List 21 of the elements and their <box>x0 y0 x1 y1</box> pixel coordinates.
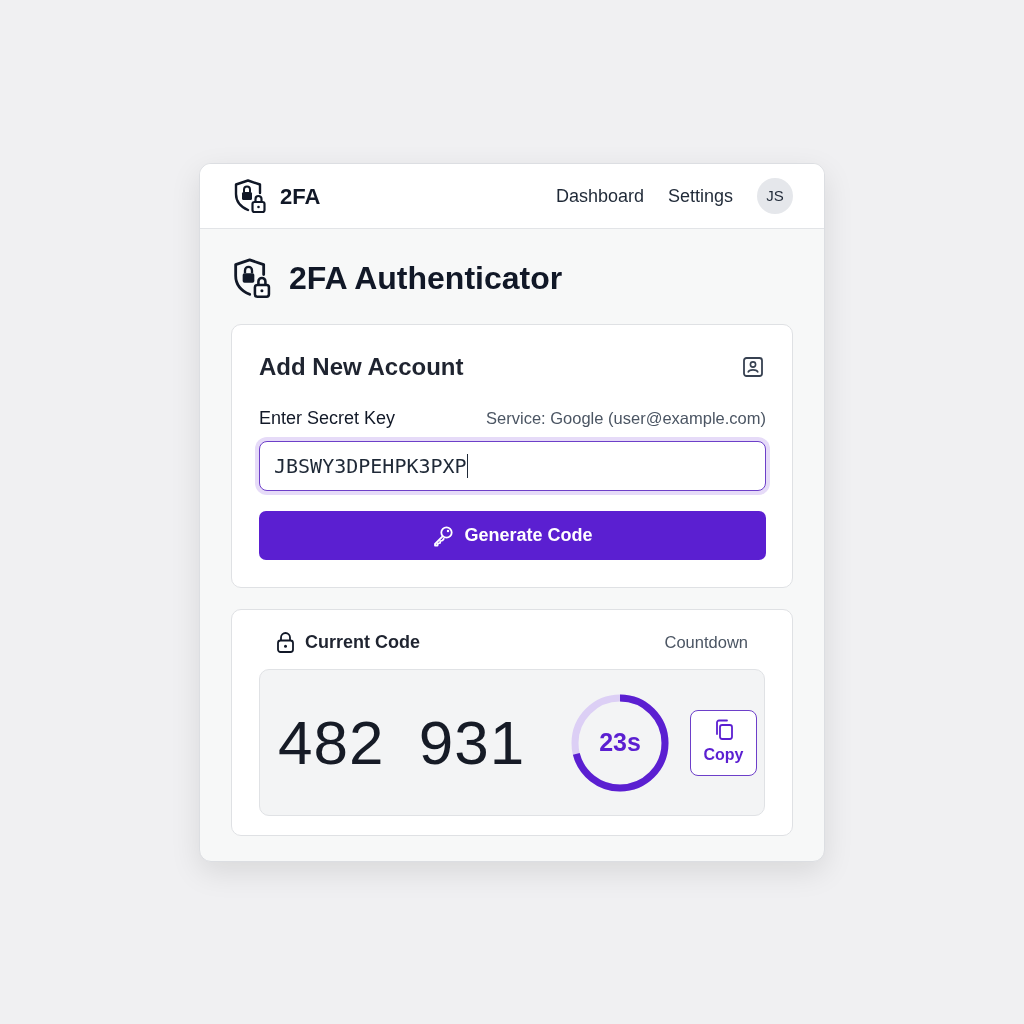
field-label: Enter Secret Key <box>259 407 396 430</box>
countdown-label: Countdown <box>664 632 748 653</box>
service-info: Service: Google (user@example.com) <box>486 407 766 429</box>
copy-icon <box>713 718 734 740</box>
user-avatar[interactable]: JS <box>757 178 793 214</box>
nav-link[interactable]: Settings <box>667 182 733 210</box>
card-title: Add New Account <box>259 353 464 381</box>
copy-button[interactable]: Copy <box>690 709 757 776</box>
app-name: 2FA <box>280 182 321 211</box>
countdown-reading: 23s <box>599 726 641 758</box>
shield-lock-icon <box>232 178 268 214</box>
generate-code-button[interactable]: Generate Code <box>259 511 766 560</box>
shield-lock-icon <box>231 257 273 299</box>
key-icon <box>432 524 455 547</box>
otp-code: 482 931 <box>278 707 527 779</box>
text-cursor-icon <box>466 454 469 478</box>
nav-link[interactable]: Dashboard <box>555 182 644 210</box>
card-title: Current Code <box>305 631 420 654</box>
page-title: 2FA Authenticator <box>289 259 563 298</box>
lock-icon <box>277 631 294 653</box>
portrait-icon[interactable] <box>743 357 763 377</box>
